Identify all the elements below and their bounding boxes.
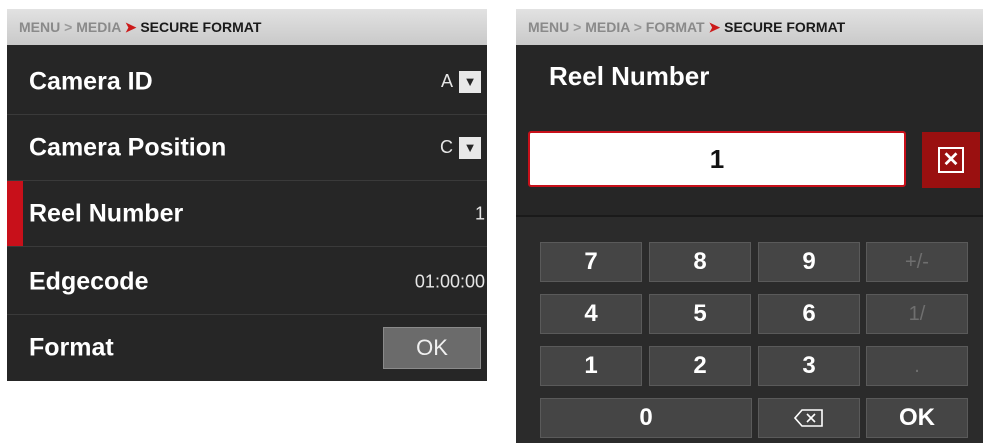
ok-button[interactable]: OK (866, 398, 968, 438)
close-icon: ✕ (938, 147, 964, 173)
selection-indicator (7, 181, 23, 246)
breadcrumb-menu[interactable]: MENU (19, 19, 60, 35)
backspace-icon (794, 409, 823, 427)
breadcrumb-arrow-icon: ➤ (708, 19, 721, 35)
key-6[interactable]: 6 (758, 294, 860, 334)
reel-number-input[interactable]: 1 (528, 131, 906, 187)
reel-number-label: Reel Number (29, 199, 184, 227)
edgecode-label: Edgecode (29, 267, 149, 295)
chevron-down-icon[interactable]: ▼ (459, 70, 481, 93)
secure-format-panel: MENU > MEDIA ➤ SECURE FORMAT Camera ID A… (7, 9, 487, 381)
format-ok-button[interactable]: OK (383, 327, 481, 369)
clear-button[interactable]: ✕ (922, 132, 980, 188)
edgecode-value-text: 01:00:00 (414, 271, 485, 291)
camera-position-select[interactable]: C ▼ (440, 136, 481, 159)
camera-id-row[interactable]: Camera ID A ▼ (7, 49, 487, 115)
key-9[interactable]: 9 (758, 242, 860, 282)
breadcrumb-separator: > (633, 19, 642, 35)
breadcrumb-media[interactable]: MEDIA (76, 19, 121, 35)
key-2[interactable]: 2 (649, 346, 751, 386)
reel-number-value-text: 1 (474, 203, 485, 223)
key-7[interactable]: 7 (540, 242, 642, 282)
edgecode-value[interactable]: 01:00:00 (415, 271, 485, 292)
format-label: Format (29, 333, 114, 362)
chevron-down-icon[interactable]: ▼ (459, 136, 481, 159)
breadcrumb: MENU > MEDIA ➤ SECURE FORMAT (7, 9, 487, 45)
breadcrumb-current: SECURE FORMAT (140, 19, 262, 35)
key-5[interactable]: 5 (649, 294, 751, 334)
breadcrumb-menu[interactable]: MENU (528, 19, 569, 35)
breadcrumb: MENU > MEDIA > FORMAT ➤ SECURE FORMAT (516, 9, 983, 45)
camera-id-label: Camera ID (29, 67, 153, 95)
breadcrumb-arrow-icon: ➤ (124, 19, 137, 35)
page-title: Reel Number (549, 61, 710, 91)
breadcrumb-separator: > (573, 19, 582, 35)
breadcrumb-media[interactable]: MEDIA (585, 19, 630, 35)
breadcrumb-separator: > (64, 19, 73, 35)
reel-number-row[interactable]: Reel Number 1 (7, 181, 487, 247)
camera-position-row[interactable]: Camera Position C ▼ (7, 115, 487, 181)
key-3[interactable]: 3 (758, 346, 860, 386)
backspace-button[interactable] (758, 398, 860, 438)
key-1[interactable]: 1 (540, 346, 642, 386)
reel-number-keypad-panel: MENU > MEDIA > FORMAT ➤ SECURE FORMAT Re… (516, 9, 983, 443)
key-plus-minus: +/- (866, 242, 968, 282)
camera-id-select[interactable]: A ▼ (440, 70, 481, 93)
key-8[interactable]: 8 (649, 242, 751, 282)
edgecode-row[interactable]: Edgecode 01:00:00 (7, 249, 487, 315)
camera-position-value: C (440, 137, 453, 157)
camera-id-value: A (440, 71, 453, 91)
format-row: Format OK (7, 315, 487, 381)
key-decimal: . (866, 346, 968, 386)
key-reciprocal: 1/ (866, 294, 968, 334)
breadcrumb-format[interactable]: FORMAT (646, 19, 705, 35)
reel-number-value[interactable]: 1 (475, 203, 485, 224)
key-0[interactable]: 0 (540, 398, 752, 438)
breadcrumb-current: SECURE FORMAT (724, 19, 846, 35)
camera-position-label: Camera Position (29, 133, 227, 161)
key-4[interactable]: 4 (540, 294, 642, 334)
